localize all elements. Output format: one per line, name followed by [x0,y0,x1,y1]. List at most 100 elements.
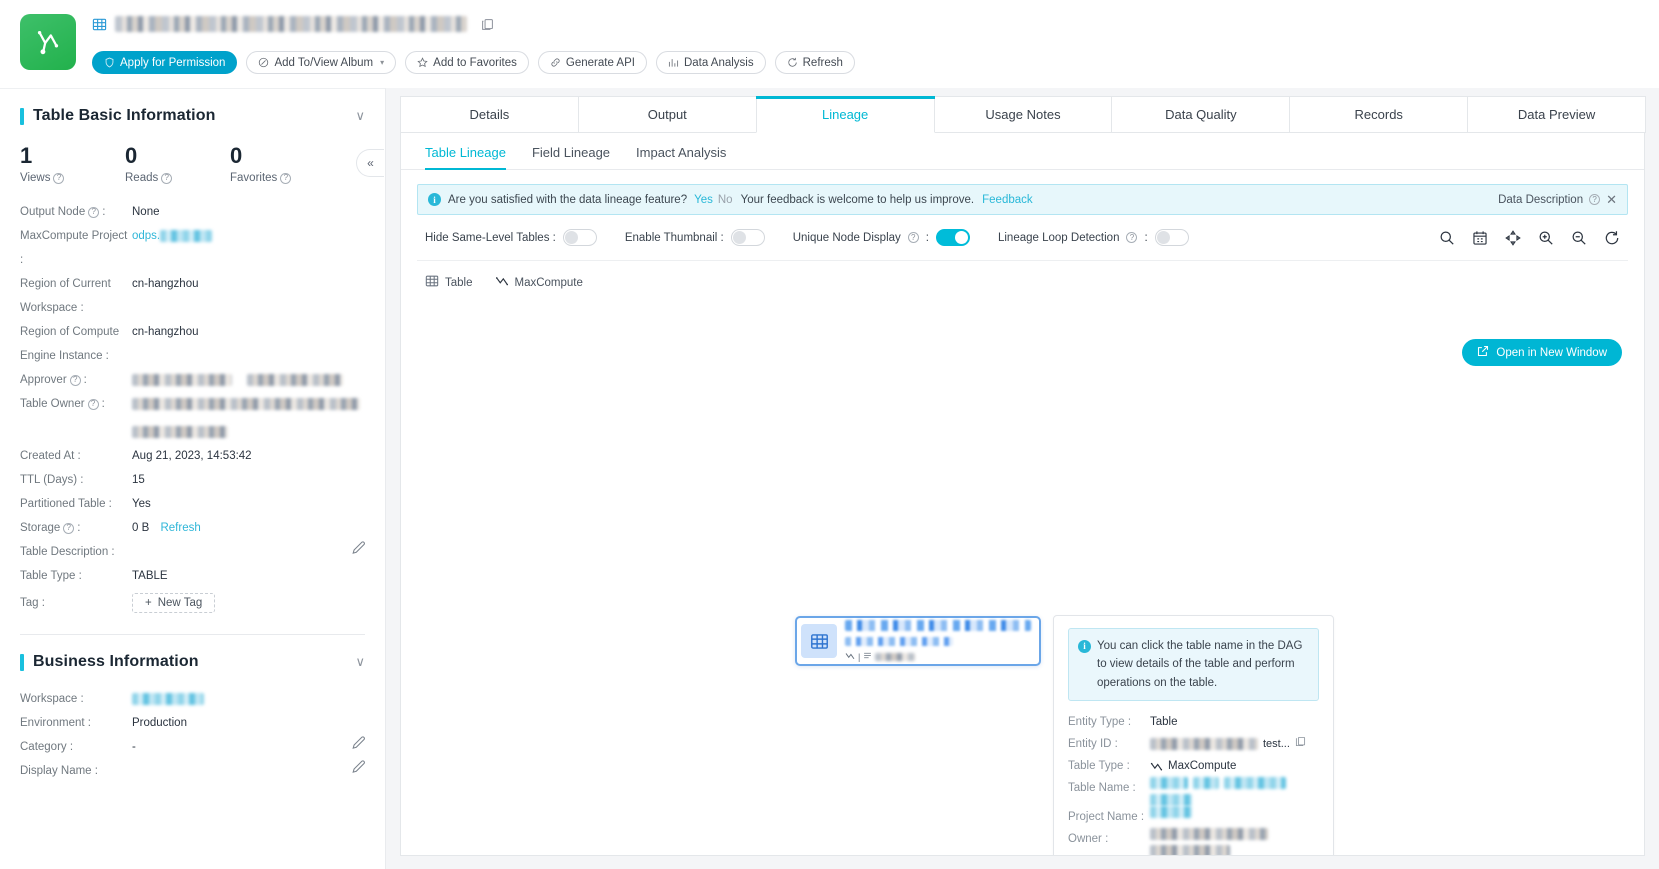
unique-node-display-toggle[interactable] [935,229,970,246]
help-icon[interactable]: ? [63,522,75,534]
data-description-label: Data Description [1498,193,1584,206]
help-icon[interactable]: ? [161,172,173,184]
tab-lineage[interactable]: Lineage [755,96,935,133]
feedback-no-link[interactable]: No [718,194,733,206]
chevron-down-icon[interactable]: ∨ [355,654,365,670]
help-icon[interactable]: ? [69,374,81,386]
lineage-panel: Table Lineage Field Lineage Impact Analy… [400,133,1645,856]
info-icon: i [1078,640,1091,653]
section-title: Table Basic Information [33,107,216,124]
tab-data-preview[interactable]: Data Preview [1467,96,1647,133]
dag-node-labels: | [837,619,1039,663]
help-icon[interactable]: ? [1126,232,1138,243]
zoom-out-icon[interactable] [1571,230,1587,246]
calendar-icon[interactable] [1472,230,1488,246]
feedback-yes-link[interactable]: Yes [694,194,713,206]
row-value [132,368,365,392]
data-analysis-button[interactable]: Data Analysis [655,51,766,74]
section-divider [20,634,365,636]
close-icon[interactable]: ✕ [1606,192,1617,208]
apply-for-permission-label: Apply for Permission [120,56,226,69]
add-to-favorites-button[interactable]: Add to Favorites [405,51,529,74]
tab-details[interactable]: Details [400,96,579,133]
fit-view-icon[interactable] [1505,229,1521,246]
help-icon[interactable]: ? [1589,194,1601,205]
tab-usage-notes[interactable]: Usage Notes [933,96,1113,133]
page-header: Apply for Permission Add To/View Album ▾… [0,0,1659,88]
add-to-view-album-button[interactable]: Add To/View Album ▾ [246,51,397,74]
edit-icon[interactable] [351,540,365,555]
lineage-canvas[interactable]: | i You can click the table name in the … [401,323,1644,855]
help-icon[interactable]: ? [87,398,99,410]
subtab-table-lineage[interactable]: Table Lineage [425,145,506,170]
masked-entity-id [1150,738,1258,751]
storage-value: 0 B [132,522,150,535]
refresh-button[interactable]: Refresh [774,51,855,74]
table-grid-icon [425,274,439,291]
row-key: Region of Compute Engine Instance : [20,326,120,363]
row-key: Approver ?: [20,374,87,387]
option-hide-same-level-tables: Hide Same-Level Tables : [425,229,597,246]
new-tag-button[interactable]: + New Tag [132,593,216,614]
search-icon[interactable] [1439,230,1455,246]
odps-prefix[interactable]: odps. [132,230,160,242]
copy-icon[interactable] [1295,733,1306,755]
help-icon[interactable]: ? [88,206,100,218]
row-ttl-days: TTL (Days) : 15 [20,468,365,492]
lineage-loop-detection-toggle[interactable] [1154,229,1189,246]
option-lineage-loop-detection: Lineage Loop Detection ?: [998,229,1189,246]
option-unique-node-display: Unique Node Display ?: [793,229,970,246]
sidebar-collapse-button[interactable]: « [356,149,384,177]
stat-reads: 0 Reads ? [125,143,230,184]
tab-data-quality[interactable]: Data Quality [1111,96,1291,133]
masked-project [160,230,213,243]
copy-icon[interactable] [481,18,494,31]
chevron-down-icon[interactable]: ∨ [355,108,365,124]
row-table-description: Table Description : [20,540,365,564]
edit-icon[interactable] [351,735,365,750]
lineage-options-bar: Hide Same-Level Tables : Enable Thumbnai… [417,215,1628,261]
row-region-current-workspace: Region of Current Workspace : cn-hangzho… [20,272,365,320]
subtab-field-lineage[interactable]: Field Lineage [532,145,610,169]
business-information-header: Business Information ∨ [20,653,365,671]
generate-api-button[interactable]: Generate API [537,51,647,74]
row-key: Table Owner ?: [20,398,105,411]
tab-output[interactable]: Output [577,96,757,133]
apply-for-permission-button[interactable]: Apply for Permission [92,51,238,74]
table-title-row [92,16,494,32]
row-value: + New Tag [132,588,365,618]
stats-row: 1 Views ? 0 Reads ? 0 Favorites ? [20,143,365,184]
dag-node-meta-masked [875,652,916,661]
views-label: Views ? [20,172,125,184]
edit-icon[interactable] [351,759,365,774]
masked-approver-2 [247,374,344,387]
subtab-impact-analysis[interactable]: Impact Analysis [636,145,726,169]
body-area: Table Basic Information ∨ 1 Views ? 0 Re… [0,88,1659,869]
table-grid-icon [801,624,837,658]
info-row-project-name: Project Name : [1068,806,1319,828]
stat-views: 1 Views ? [20,143,125,184]
storage-refresh-link[interactable]: Refresh [160,522,200,534]
row-value: 15 [132,474,145,487]
row-value [132,540,365,555]
row-value: Aug 21, 2023, 14:53:42 [132,450,252,463]
help-icon[interactable]: ? [907,232,919,243]
help-icon[interactable]: ? [280,172,292,184]
masked-table-name-3 [1224,777,1286,790]
favorites-label: Favorites ? [230,172,335,184]
row-key: Entity Type : [1068,716,1132,729]
row-value [132,687,365,711]
masked-project-name [1150,806,1192,819]
zoom-in-icon[interactable] [1538,230,1554,246]
row-key: Table Type : [1068,760,1130,773]
help-icon[interactable]: ? [53,172,65,184]
enable-thumbnail-toggle[interactable] [730,229,765,246]
dag-table-node[interactable]: | [795,616,1041,666]
reset-icon[interactable] [1604,230,1620,246]
legend-item-table: Table [425,274,473,291]
row-key: Table Name : [1068,782,1136,795]
feedback-link[interactable]: Feedback [982,194,1033,206]
tab-records[interactable]: Records [1289,96,1469,133]
hide-same-level-tables-toggle[interactable] [562,229,597,246]
row-key: Partitioned Table : [20,498,112,511]
